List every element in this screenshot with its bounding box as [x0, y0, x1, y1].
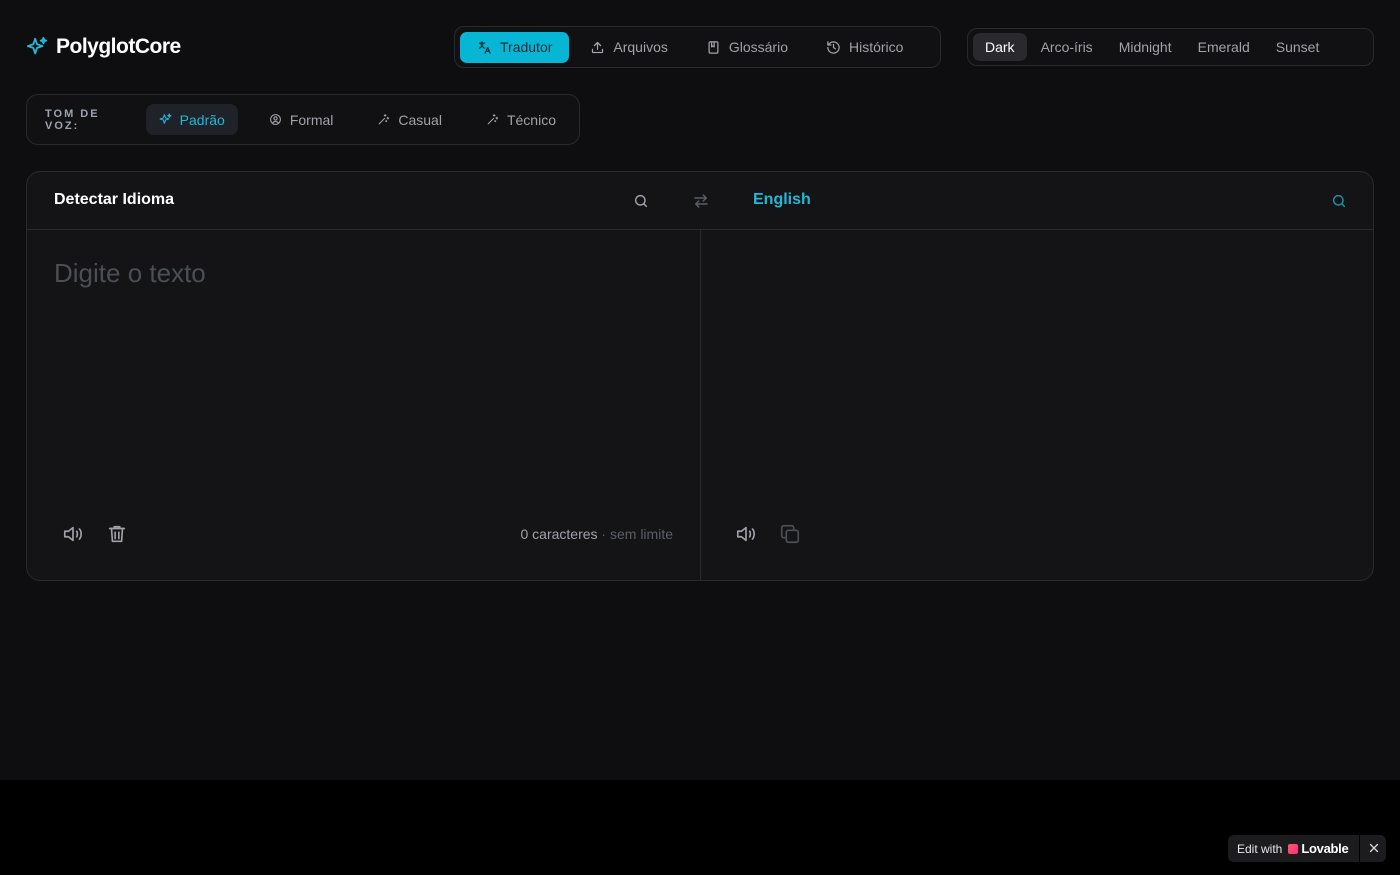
app-logo[interactable]: PolyglotCore — [26, 32, 181, 62]
swap-languages-icon[interactable] — [692, 192, 710, 210]
user-circle-icon — [269, 114, 281, 125]
char-limit: sem limite — [609, 526, 673, 542]
copy-icon[interactable] — [778, 522, 802, 546]
wand-icon — [379, 114, 390, 125]
language-bar: Detectar Idioma English — [27, 172, 1373, 230]
main-nav: Tradutor Arquivos Glossário Histórico — [454, 26, 941, 68]
tone-tecnico[interactable]: Técnico — [473, 104, 569, 135]
search-icon[interactable] — [633, 193, 649, 209]
tone-option-label: Técnico — [506, 111, 556, 128]
character-counter: 0 caracteres · sem limite — [520, 526, 673, 542]
theme-sunset[interactable]: Sunset — [1264, 33, 1332, 61]
speaker-icon[interactable] — [734, 522, 758, 546]
sparkles-icon — [26, 36, 48, 58]
translator-panel: Detectar Idioma English Digite o texto 0… — [26, 171, 1374, 581]
badge-divider — [1359, 835, 1360, 862]
lovable-heart-icon — [1288, 843, 1299, 854]
tab-label: Histórico — [849, 39, 904, 55]
tone-label: TOM DE VOZ: — [45, 107, 100, 132]
tone-option-label: Padrão — [179, 111, 225, 128]
tab-label: Arquivos — [613, 39, 668, 55]
tab-arquivos[interactable]: Arquivos — [573, 32, 684, 63]
tab-tradutor[interactable]: Tradutor — [460, 31, 570, 63]
theme-emerald[interactable]: Emerald — [1186, 33, 1262, 61]
speaker-icon[interactable] — [61, 522, 85, 546]
tone-formal[interactable]: Formal — [256, 104, 347, 135]
source-language-select[interactable]: Detectar Idioma — [54, 191, 174, 209]
edit-with-lovable-badge[interactable]: Edit with Lovable — [1228, 835, 1386, 862]
trash-icon[interactable] — [105, 522, 129, 546]
char-count-separator: · — [601, 526, 607, 542]
close-icon[interactable] — [1367, 841, 1381, 855]
panel-divider — [700, 230, 701, 580]
tone-option-label: Formal — [289, 111, 334, 128]
tab-glossario[interactable]: Glossário — [689, 32, 805, 63]
sparkles-icon — [159, 113, 172, 124]
theme-midnight[interactable]: Midnight — [1107, 33, 1184, 61]
tab-label: Glossário — [728, 39, 788, 55]
search-icon[interactable] — [1331, 193, 1347, 209]
tone-option-label: Casual — [398, 111, 442, 128]
lovable-logo: Lovable — [1288, 841, 1349, 856]
tab-historico[interactable]: Histórico — [809, 32, 920, 63]
wand-icon — [487, 114, 499, 125]
target-language-select[interactable]: English — [753, 191, 811, 209]
app-root: PolyglotCore Tradutor Arquivos Glossário — [0, 0, 1400, 780]
source-text-input[interactable] — [54, 258, 674, 458]
book-icon — [708, 40, 719, 54]
char-count: 0 caracteres — [520, 526, 598, 542]
theme-switcher: Dark Arco-íris Midnight Emerald Sunset — [967, 28, 1374, 66]
badge-prefix: Edit with — [1237, 841, 1283, 856]
tab-label: Tradutor — [500, 39, 553, 55]
tone-selector: TOM DE VOZ: Padrão Formal Casual Técnico — [26, 94, 580, 145]
tone-casual[interactable]: Casual — [364, 104, 455, 135]
app-title: PolyglotCore — [56, 35, 181, 58]
theme-arco-iris[interactable]: Arco-íris — [1029, 33, 1105, 61]
history-icon — [827, 40, 840, 54]
tone-padrao[interactable]: Padrão — [145, 104, 238, 135]
theme-dark[interactable]: Dark — [973, 33, 1027, 61]
translate-icon — [478, 40, 491, 54]
badge-brand: Lovable — [1301, 841, 1349, 856]
upload-icon — [592, 41, 604, 53]
